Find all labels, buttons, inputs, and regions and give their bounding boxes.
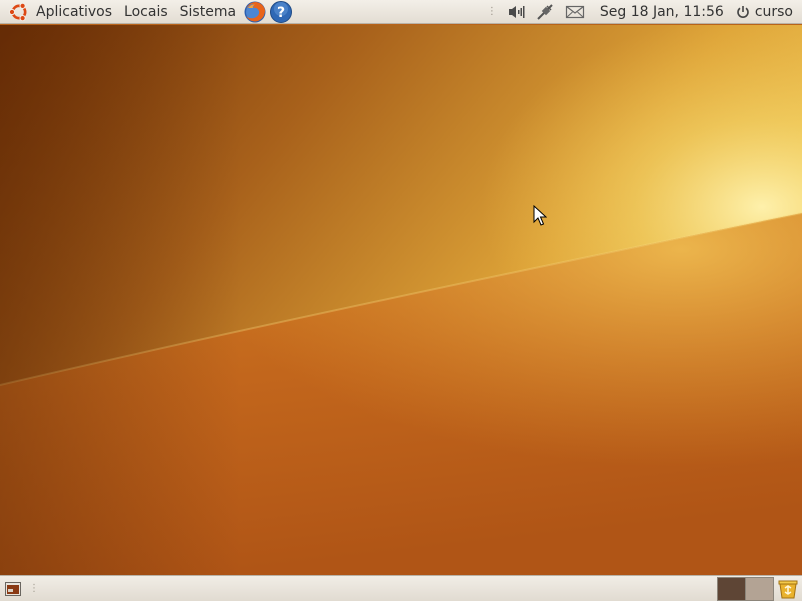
mail-indicator[interactable] xyxy=(560,0,590,24)
workspace-1[interactable] xyxy=(718,577,746,600)
top-panel: Aplicativos Locais Sistema ? ⋮ Seg 18 Ja… xyxy=(0,0,802,24)
panel-handle[interactable]: ⋮ xyxy=(487,6,497,17)
menu-applications[interactable]: Aplicativos xyxy=(30,0,118,24)
menu-system[interactable]: Sistema xyxy=(174,0,242,24)
mail-icon xyxy=(565,5,584,18)
notification-area: ⋮ Seg 18 Jan, 11:56 curso xyxy=(487,0,802,24)
network-icon xyxy=(537,3,553,20)
help-icon: ? xyxy=(270,0,293,23)
menu-places[interactable]: Locais xyxy=(118,0,174,24)
workspace-2[interactable] xyxy=(746,577,773,600)
clock[interactable]: Seg 18 Jan, 11:56 xyxy=(590,4,732,20)
show-desktop-button[interactable] xyxy=(3,579,23,599)
panel-handle-bottom[interactable]: ⋮ xyxy=(29,583,39,594)
ubuntu-desktop-screen: Aplicativos Locais Sistema ? ⋮ Seg 18 Ja… xyxy=(0,0,802,601)
mouse-cursor-icon xyxy=(533,205,547,226)
trash-button[interactable] xyxy=(776,578,800,600)
firefox-launcher[interactable] xyxy=(242,0,268,24)
user-name: curso xyxy=(754,3,793,20)
svg-text:?: ? xyxy=(277,5,285,21)
bottom-panel: ⋮ xyxy=(0,575,802,601)
ubuntu-logo-icon[interactable] xyxy=(8,1,30,23)
workspace-switcher xyxy=(717,576,774,601)
user-menu[interactable]: curso xyxy=(732,4,802,20)
wallpaper xyxy=(0,25,802,576)
network-indicator[interactable] xyxy=(530,0,560,24)
firefox-icon xyxy=(244,1,266,22)
power-icon xyxy=(737,5,749,18)
help-launcher[interactable]: ? xyxy=(268,0,294,24)
trash-icon xyxy=(778,580,798,598)
desktop-area[interactable] xyxy=(0,25,802,576)
volume-icon xyxy=(508,5,525,18)
show-desktop-icon xyxy=(5,581,21,596)
volume-control[interactable] xyxy=(502,0,530,24)
